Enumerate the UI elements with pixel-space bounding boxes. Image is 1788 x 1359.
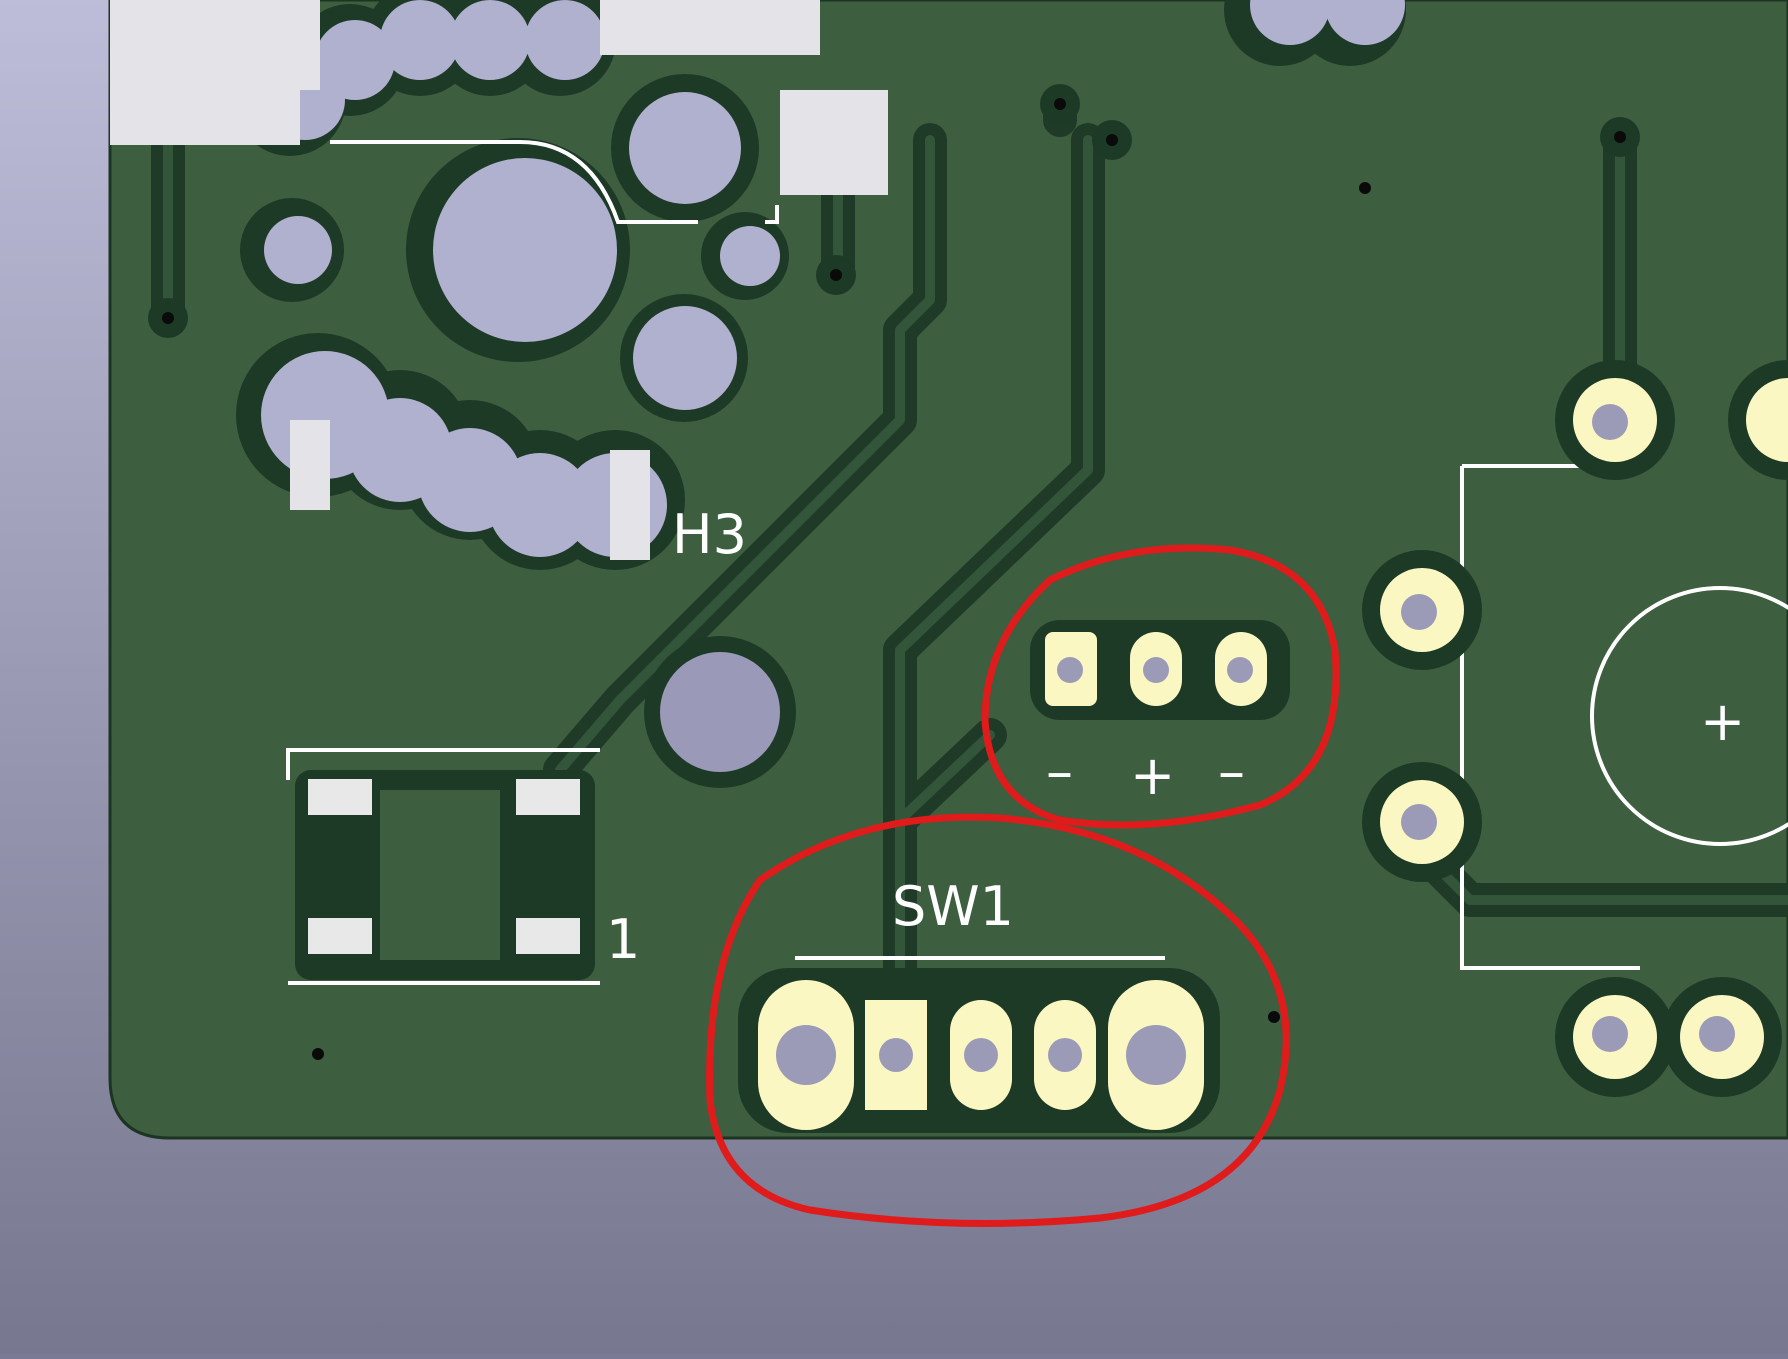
pcb-render-canvas: H3 SW1 1 – + – + [0,0,1788,1354]
smd-component [286,748,600,985]
pcb-3d-viewer[interactable]: H3 SW1 1 – + – + [0,0,1788,1354]
minus-right-label: – [1218,740,1245,803]
minus-left-label: – [1046,740,1073,803]
sw1-reference-label: SW1 [892,875,1014,938]
capacitor-polarity-label: + [1700,690,1745,753]
h3-reference-label: H3 [672,503,747,566]
plus-center-label: + [1130,744,1175,807]
three-pin-header [1030,620,1290,720]
sw1-switch-pads [738,968,1220,1133]
pin1-marker: 1 [606,908,640,971]
